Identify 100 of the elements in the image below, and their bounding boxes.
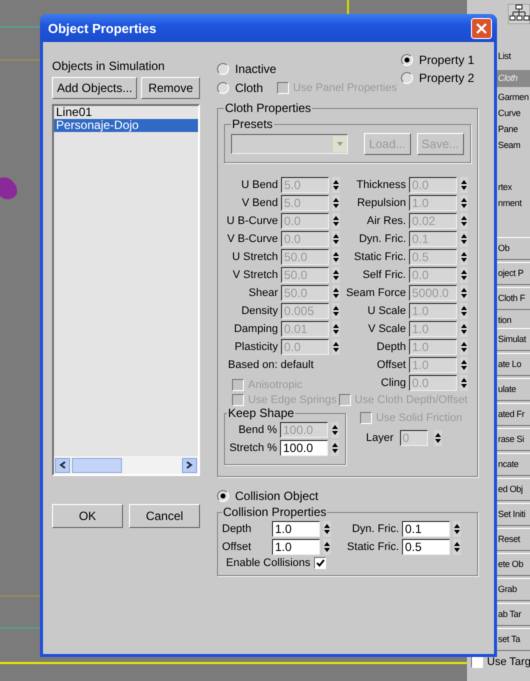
- spinner-arrows-icon[interactable]: [434, 430, 442, 446]
- number-field[interactable]: 1.0: [272, 521, 320, 537]
- panel-button[interactable]: ed Obj: [497, 478, 530, 501]
- panel-button[interactable]: ate Lo: [497, 353, 530, 376]
- spinner-arrows-icon[interactable]: [460, 357, 468, 373]
- panel-button[interactable]: set Ta: [497, 628, 530, 651]
- list-item[interactable]: Personaje-Dojo: [54, 119, 198, 132]
- window-title: Object Properties: [48, 20, 156, 36]
- panel-label: Pane: [498, 123, 519, 136]
- panel-button[interactable]: Simulat: [497, 328, 530, 351]
- field-label: Bend %: [237, 424, 277, 436]
- spinner-arrows-icon[interactable]: [331, 440, 339, 456]
- panel-button[interactable]: Reset: [497, 528, 530, 551]
- panel-button[interactable]: Grab: [497, 578, 530, 601]
- rollout-header[interactable]: Cloth: [497, 70, 530, 87]
- spinner-arrows-icon[interactable]: [323, 539, 331, 555]
- panel-button[interactable]: ated Fr: [497, 403, 530, 426]
- field-label: V Bend: [240, 197, 278, 209]
- radio-button[interactable]: [217, 490, 229, 502]
- horizontal-scrollbar[interactable]: [54, 456, 198, 474]
- field-label: Depth: [222, 523, 252, 535]
- spinner-arrows-icon[interactable]: [332, 249, 340, 265]
- preset-source-text: Based on: default: [227, 359, 315, 371]
- field-label: Dyn. Fric.: [350, 523, 399, 535]
- spinner-arrows-icon[interactable]: [460, 303, 468, 319]
- number-field[interactable]: 0.5: [402, 539, 450, 555]
- preset-dropdown[interactable]: [231, 134, 348, 154]
- spinner-arrows-icon[interactable]: [332, 177, 340, 193]
- list-item[interactable]: Line01: [54, 106, 198, 119]
- spinner-arrows-icon[interactable]: [453, 539, 461, 555]
- field-label: Repulsion: [356, 197, 406, 209]
- checkmark-icon: [316, 559, 325, 567]
- field-label: V Stretch: [232, 269, 278, 281]
- field-label: Self Fric.: [362, 269, 406, 281]
- panel-label: tion: [498, 314, 512, 327]
- radio-button[interactable]: [217, 63, 229, 75]
- panel-button[interactable]: ulate: [497, 378, 530, 401]
- field-label: Damping: [232, 323, 278, 335]
- field-label: Seam Force: [346, 287, 406, 299]
- spinner-arrows-icon[interactable]: [460, 267, 468, 283]
- number-field[interactable]: 100.0: [280, 440, 328, 456]
- panel-button[interactable]: ete Ob: [497, 553, 530, 576]
- hierarchy-icon[interactable]: [508, 4, 530, 24]
- close-button[interactable]: [471, 18, 492, 38]
- spinner-arrows-icon[interactable]: [460, 213, 468, 229]
- list-button[interactable]: Remove: [141, 77, 200, 99]
- radio-button[interactable]: [400, 72, 413, 84]
- spinner-arrows-icon[interactable]: [460, 195, 468, 211]
- number-field[interactable]: 1.0: [272, 539, 320, 555]
- panel-button[interactable]: Set Initi: [497, 503, 530, 526]
- spinner-arrows-icon[interactable]: [332, 339, 340, 355]
- spinner-arrows-icon[interactable]: [460, 231, 468, 247]
- group-title: Keep Shape: [227, 406, 296, 420]
- field-label: Air Res.: [366, 215, 406, 227]
- field-label: U Bend: [240, 179, 278, 191]
- spinner-arrows-icon[interactable]: [332, 321, 340, 337]
- spinner-arrows-icon[interactable]: [331, 422, 339, 438]
- field-label: Thickness: [355, 179, 406, 191]
- spinner-arrows-icon[interactable]: [332, 267, 340, 283]
- dialog-button[interactable]: OK: [52, 504, 123, 528]
- number-field[interactable]: 0.1: [402, 521, 450, 537]
- checkbox[interactable]: [471, 656, 483, 668]
- radio-button[interactable]: [400, 54, 413, 66]
- spinner-arrows-icon[interactable]: [332, 195, 340, 211]
- section-title: Objects in Simulation: [52, 59, 166, 73]
- panel-button[interactable]: oject P: [497, 262, 530, 285]
- spinner-arrows-icon[interactable]: [332, 231, 340, 247]
- dialog-button[interactable]: Cancel: [129, 504, 200, 528]
- spinner-arrows-icon[interactable]: [460, 285, 468, 301]
- radio-label: Collision Object: [235, 489, 318, 503]
- checkbox-label: Use Targ: [487, 656, 530, 668]
- panel-button[interactable]: ncate: [497, 453, 530, 476]
- spinner-arrows-icon[interactable]: [460, 249, 468, 265]
- radio-button[interactable]: [217, 82, 229, 94]
- scroll-right-button[interactable]: [182, 458, 197, 472]
- mesh-object: [0, 177, 18, 201]
- field-label: V B-Curve: [226, 233, 278, 245]
- field-label: Static Fric.: [346, 541, 399, 553]
- spinner-arrows-icon[interactable]: [453, 521, 461, 537]
- spinner-arrows-icon[interactable]: [323, 521, 331, 537]
- spinner-arrows-icon[interactable]: [332, 285, 340, 301]
- scroll-left-button[interactable]: [55, 458, 70, 472]
- panel-button[interactable]: Cloth F: [497, 287, 530, 310]
- field-label: Plasticity: [234, 341, 278, 353]
- close-icon: [476, 22, 487, 34]
- spinner-arrows-icon[interactable]: [460, 375, 468, 391]
- scroll-thumb[interactable]: [72, 458, 122, 472]
- panel-button[interactable]: Ob: [497, 237, 530, 260]
- field-label: V Scale: [367, 323, 406, 335]
- radio-dot-icon: [220, 493, 226, 499]
- list-button[interactable]: Add Objects...: [52, 77, 138, 99]
- spinner-arrows-icon[interactable]: [332, 213, 340, 229]
- spinner-arrows-icon[interactable]: [460, 177, 468, 193]
- spinner-arrows-icon[interactable]: [332, 303, 340, 319]
- spinner-arrows-icon[interactable]: [460, 321, 468, 337]
- checkbox[interactable]: [314, 557, 326, 569]
- panel-button[interactable]: ab Tar: [497, 603, 530, 626]
- panel-label: Curve: [498, 107, 522, 120]
- panel-button[interactable]: rase Si: [497, 428, 530, 451]
- spinner-arrows-icon[interactable]: [460, 339, 468, 355]
